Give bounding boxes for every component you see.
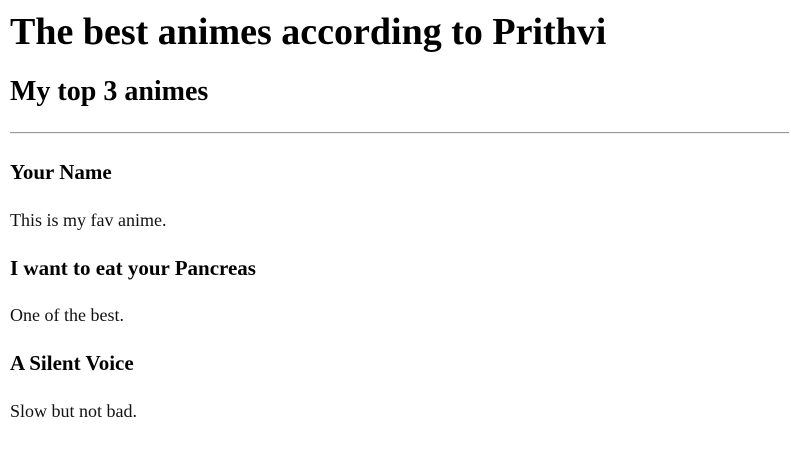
anime-item-your-name: Your Name This is my fav anime. <box>10 159 789 231</box>
page-title: The best animes according to Prithvi <box>10 11 607 53</box>
anime-title: A Silent Voice <box>10 351 134 375</box>
anime-title: I want to eat your Pancreas <box>10 256 256 280</box>
section-heading: My top 3 animes <box>10 76 209 107</box>
anime-item-pancreas: I want to eat your Pancreas One of the b… <box>10 255 789 326</box>
page-content: The best animes according to Prithvi My … <box>10 0 789 422</box>
anime-title: Your Name <box>10 160 112 184</box>
anime-description: This is my fav anime. <box>10 210 167 230</box>
anime-description: Slow but not bad. <box>10 401 138 421</box>
anime-item-silent-voice: A Silent Voice Slow but not bad. <box>10 350 789 422</box>
divider <box>10 132 789 134</box>
anime-description: One of the best. <box>10 305 124 325</box>
